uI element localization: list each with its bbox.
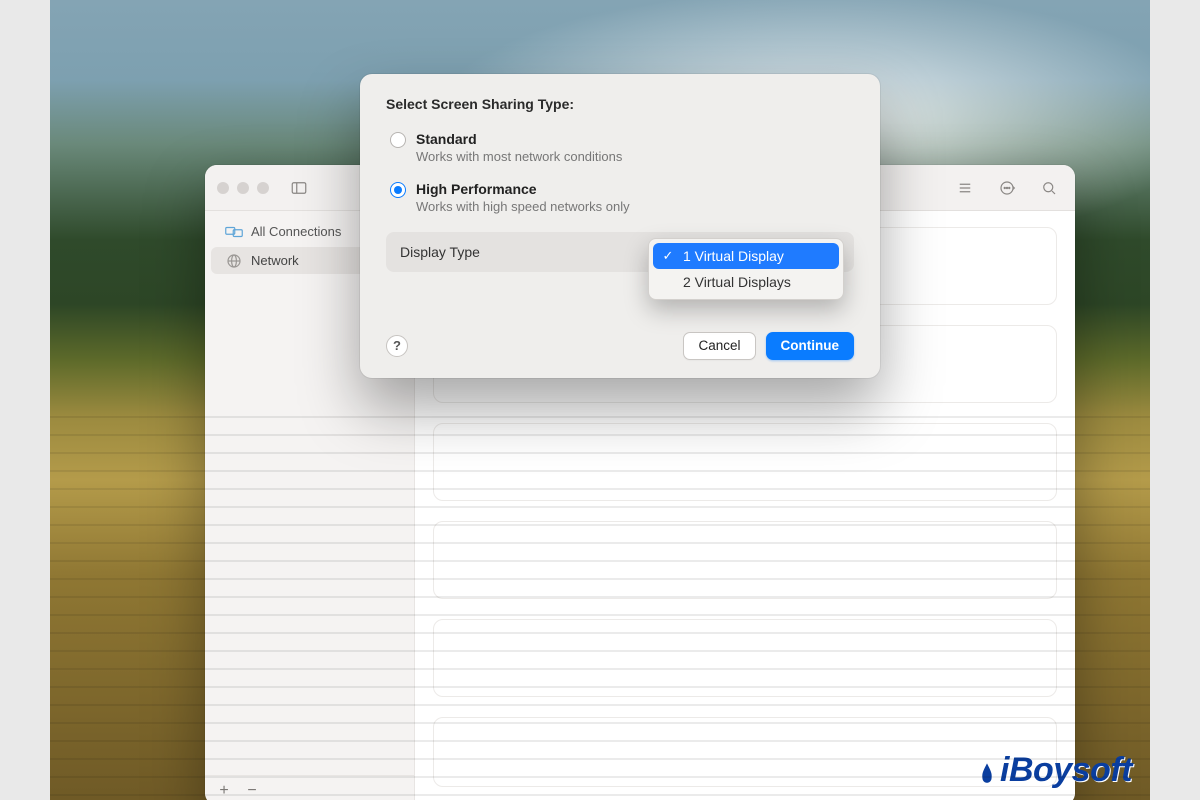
option-standard[interactable]: Standard Works with most network conditi… bbox=[386, 126, 854, 176]
more-options-icon[interactable] bbox=[993, 176, 1021, 200]
sidebar-toggle-icon[interactable] bbox=[285, 176, 313, 200]
help-label: ? bbox=[393, 338, 401, 353]
letterbox-left bbox=[0, 0, 50, 800]
continue-button[interactable]: Continue bbox=[766, 332, 855, 360]
zoom-dot-icon[interactable] bbox=[257, 182, 269, 194]
option-sublabel: Works with high speed networks only bbox=[416, 199, 630, 214]
window-traffic-lights[interactable] bbox=[217, 182, 269, 194]
list-view-icon[interactable] bbox=[951, 176, 979, 200]
search-icon[interactable] bbox=[1035, 176, 1063, 200]
option-sublabel: Works with most network conditions bbox=[416, 149, 622, 164]
option-label: Standard bbox=[416, 130, 622, 149]
list-item[interactable] bbox=[433, 521, 1057, 599]
help-button[interactable]: ? bbox=[386, 335, 408, 357]
globe-icon bbox=[225, 254, 243, 268]
sidebar-item-label: Network bbox=[251, 253, 299, 268]
list-item[interactable] bbox=[433, 717, 1057, 787]
screen-sharing-type-dialog: Select Screen Sharing Type: Standard Wor… bbox=[360, 74, 880, 378]
display-type-label: Display Type bbox=[400, 244, 480, 260]
checkmark-icon: ✓ bbox=[661, 248, 675, 264]
letterbox-right bbox=[1150, 0, 1200, 800]
option-high-performance[interactable]: High Performance Works with high speed n… bbox=[386, 176, 854, 226]
cancel-button[interactable]: Cancel bbox=[683, 332, 755, 360]
dialog-footer: ? Cancel Continue bbox=[386, 332, 854, 360]
toolbar-right-group bbox=[951, 176, 1063, 200]
display-type-menu: ✓ 1 Virtual Display 2 Virtual Displays bbox=[648, 238, 844, 300]
display-type-row[interactable]: Display Type ✓ 1 Virtual Display 2 Virtu… bbox=[386, 232, 854, 272]
menu-item-label: 2 Virtual Displays bbox=[683, 274, 791, 290]
menu-item-2-virtual-displays[interactable]: 2 Virtual Displays bbox=[653, 269, 839, 295]
list-item[interactable] bbox=[433, 619, 1057, 697]
minimize-dot-icon[interactable] bbox=[237, 182, 249, 194]
menu-item-1-virtual-display[interactable]: ✓ 1 Virtual Display bbox=[653, 243, 839, 269]
list-item[interactable] bbox=[433, 423, 1057, 501]
displays-icon bbox=[225, 225, 243, 239]
close-dot-icon[interactable] bbox=[217, 182, 229, 194]
option-label: High Performance bbox=[416, 180, 630, 199]
radio-icon[interactable] bbox=[390, 182, 406, 198]
add-button[interactable]: + bbox=[211, 780, 237, 800]
remove-button[interactable]: − bbox=[239, 780, 265, 800]
dialog-title: Select Screen Sharing Type: bbox=[386, 96, 854, 112]
menu-item-label: 1 Virtual Display bbox=[683, 248, 784, 264]
continue-label: Continue bbox=[781, 338, 840, 353]
sidebar-footer: + − bbox=[205, 775, 414, 800]
cancel-label: Cancel bbox=[698, 338, 740, 353]
desktop-wallpaper: All Connections Network + − bbox=[50, 0, 1150, 800]
radio-icon[interactable] bbox=[390, 132, 406, 148]
sidebar-item-label: All Connections bbox=[251, 224, 341, 239]
